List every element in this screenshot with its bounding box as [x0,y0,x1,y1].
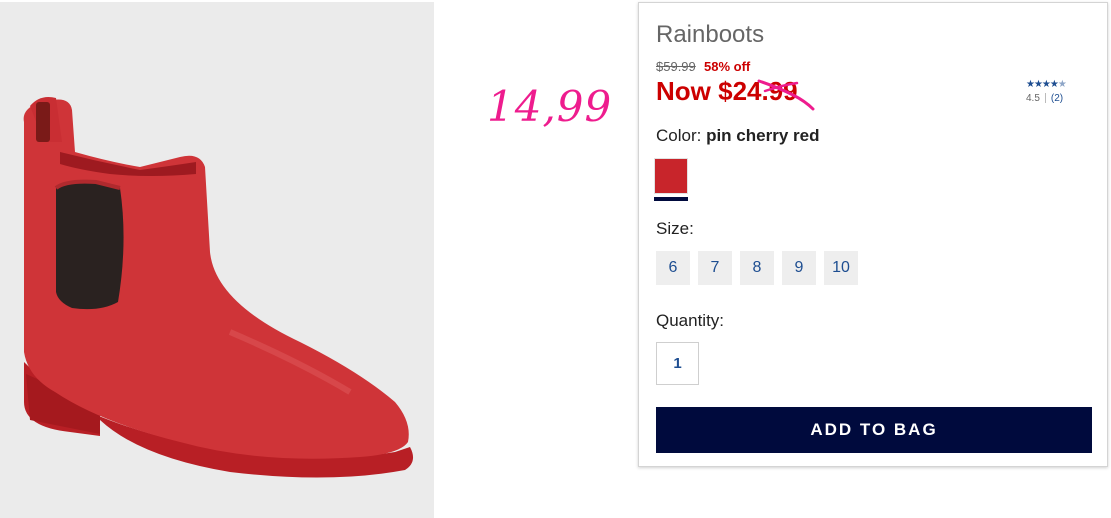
handwritten-price-annotation: 14,99 [487,82,613,131]
color-label: Color: pin cherry red [656,126,820,145]
price-strike-annotation [757,79,815,111]
star-rating-icon: ★★★★★ [1026,79,1067,90]
size-label: Size: [656,219,694,238]
color-swatch-pin-cherry-red[interactable] [654,158,688,194]
discount-badge: 58% off [704,59,751,74]
product-details-panel: Rainboots $59.99 58% off Now $24.99 ★★★★… [638,2,1108,467]
size-option-7[interactable]: 7 [698,251,732,285]
quantity-input[interactable]: 1 [656,342,699,385]
selected-swatch-indicator [654,197,688,201]
add-to-bag-button[interactable]: ADD TO BAG [656,407,1092,453]
size-option-8[interactable]: 8 [740,251,774,285]
rating-score: 4.5 [1026,93,1040,104]
rating-summary[interactable]: ★★★★★ 4.5 (2) [1026,79,1067,104]
product-image [0,2,434,518]
size-option-6[interactable]: 6 [656,251,690,285]
size-options: 6 7 8 9 10 [656,251,858,285]
color-value: pin cherry red [706,126,820,145]
rating-details: 4.5 (2) [1026,93,1066,104]
size-option-10[interactable]: 10 [824,251,858,285]
quantity-label: Quantity: [656,311,725,330]
product-title: Rainboots [656,21,765,48]
size-option-9[interactable]: 9 [782,251,816,285]
review-count-link[interactable]: (2) [1051,93,1063,104]
original-price: $59.99 [656,59,696,74]
rain-boot-illustration [23,97,414,478]
